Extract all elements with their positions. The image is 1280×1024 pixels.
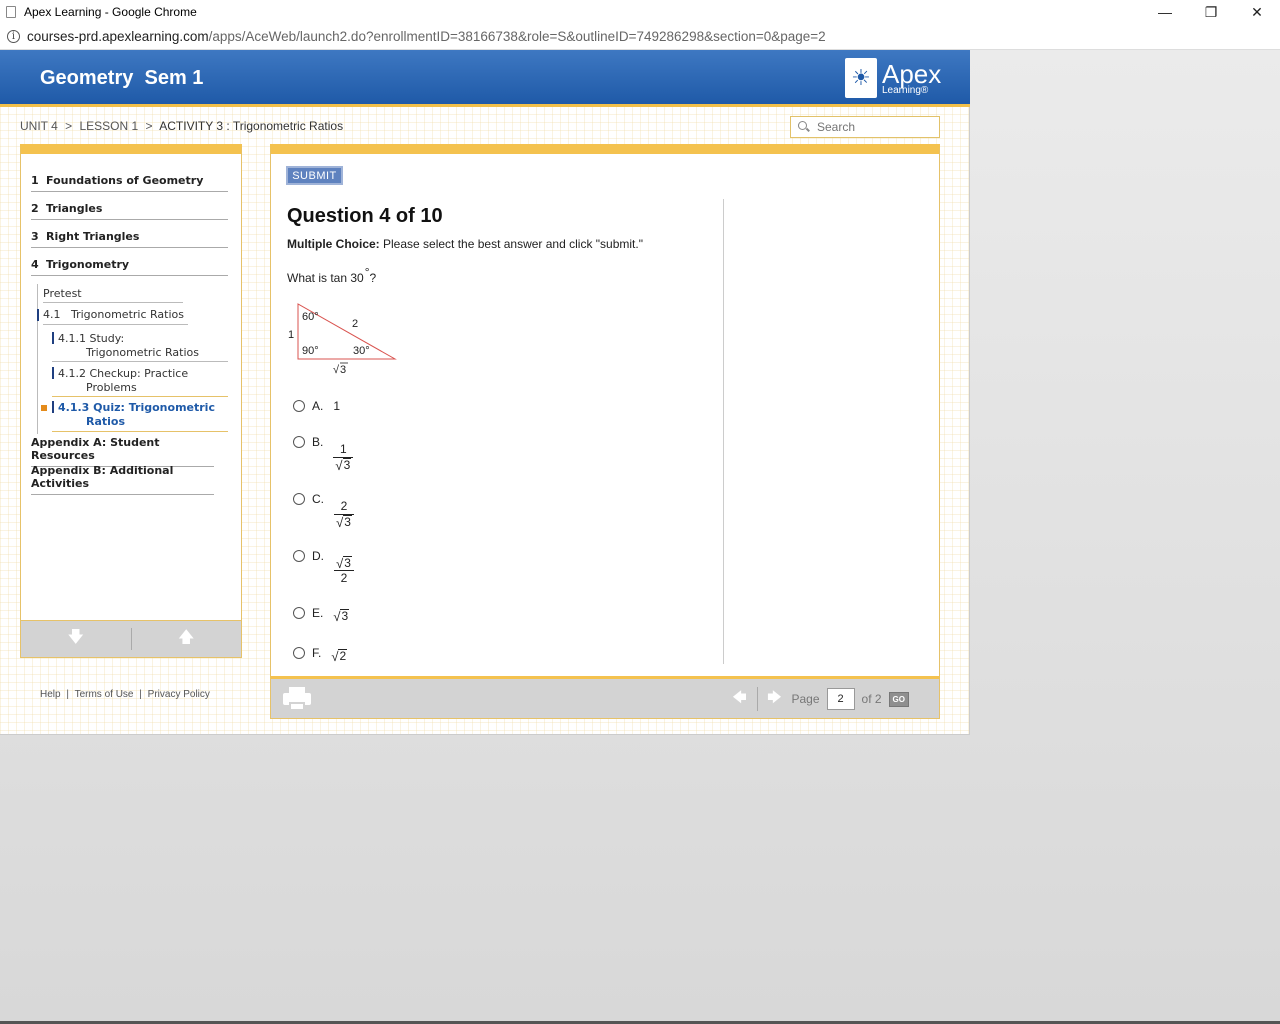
choice-f-radio[interactable] [293,647,305,659]
choice-a-value: 1 [333,399,341,413]
choice-a-radio[interactable] [293,400,305,412]
terms-link[interactable]: Terms of Use [75,689,134,700]
choice-e[interactable]: E. √ 3 [293,606,350,624]
minimize-button[interactable]: — [1142,0,1188,24]
search-icon [797,120,811,134]
info-icon[interactable]: i [7,30,20,43]
breadcrumb-activity: ACTIVITY 3 : Trigonometric Ratios [159,119,344,133]
apex-sun-icon: ☀ [845,58,877,98]
choice-b-fraction: 1 √ 3 [333,442,354,473]
sqrt-sign-icon: √ [336,515,344,530]
restore-button[interactable]: ❐ [1188,0,1234,24]
scroll-down-icon[interactable]: 🡇 [21,621,131,657]
go-button[interactable]: GO [888,691,909,707]
url-host[interactable]: courses-prd.apexlearning.com [27,29,209,44]
choice-a[interactable]: A. 1 [293,399,340,413]
close-button[interactable]: ✕ [1234,0,1280,24]
course-outline: 1 Foundations of Geometry 2 Triangles 3 Rig… [20,144,242,658]
sidebar-item-lesson-4-1[interactable]: 4.1 Trigonometric Ratios [43,308,184,322]
page-number-input[interactable] [826,688,855,710]
current-activity-indicator [41,405,47,411]
sidebar-item-unit-1[interactable]: 1 Foundations of Geometry [31,174,228,192]
logo-name: Apex [882,58,942,89]
sidebar-item-appendix-a[interactable]: Appendix A: Student Resources [31,436,214,467]
sidebar-item-unit-4[interactable]: 4 Trigonometry [31,258,228,276]
sidebar-item-quiz[interactable]: 4.1.3 Quiz: Trigonometric Ratios [58,401,228,429]
sidebar-item-appendix-b[interactable]: Appendix B: Additional Activities [31,464,214,495]
pager: 🡄 🡆 Page of 2 GO [731,687,909,711]
apex-logo: ☀ Apex Learning® [845,58,941,98]
choice-e-radio[interactable] [293,607,305,619]
privacy-link[interactable]: Privacy Policy [148,689,210,700]
choice-d[interactable]: D. √ 3 2 [293,549,354,586]
browser-titlebar: Apex Learning - Google Chrome — ❐ ✕ [0,0,1280,24]
choice-d-fraction: √ 3 2 [334,556,354,586]
choice-f[interactable]: F. √ 2 [293,646,348,664]
choice-b[interactable]: B. 1 √ 3 [293,435,354,473]
sqrt-sign-icon: √ [333,364,340,376]
breadcrumb-lesson[interactable]: LESSON 1 [80,119,139,133]
footer-links: Help | Terms of Use | Privacy Policy [40,689,210,700]
left-side-label: 1 [288,329,294,341]
next-page-icon[interactable]: 🡆 [766,689,784,707]
help-link[interactable]: Help [40,689,61,700]
choice-d-radio[interactable] [293,550,305,562]
sqrt-sign-icon: √ [336,556,344,571]
sidebar-item-unit-2[interactable]: 2 Triangles [31,202,228,220]
breadcrumb: UNIT 4 > LESSON 1 > ACTIVITY 3 : Trigono… [20,119,344,133]
sqrt-sign-icon: √ [335,458,343,473]
page-count: of 2 [861,692,882,706]
outline-controls: 🡇 🡅 [20,620,242,658]
choice-b-radio[interactable] [293,436,305,448]
angle-90-label: 90° [302,345,319,357]
address-bar[interactable]: i courses-prd.apexlearning.com/apps/AceW… [0,24,1280,50]
printer-icon[interactable] [283,687,311,711]
breadcrumb-unit[interactable]: UNIT 4 [20,119,58,133]
choice-e-value: √ 3 [333,609,350,624]
panel-divider [723,199,724,664]
apex-page: Geometry Sem 1 ☀ Apex Learning® UNIT 4 >… [0,50,970,735]
choice-c-fraction: 2 √ 3 [334,499,354,529]
course-header: Geometry Sem 1 ☀ Apex Learning® [0,50,970,107]
window-title: Apex Learning - Google Chrome [24,5,197,19]
choice-c[interactable]: C. 2 √ 3 [293,492,354,529]
submit-button[interactable]: SUBMIT [286,166,343,185]
prev-page-icon[interactable]: 🡄 [731,689,749,707]
bottom-side-label: 3 [340,364,346,376]
angle-30-label: 30° [353,345,370,357]
sidebar-item-unit-3[interactable]: 3 Right Triangles [31,230,228,248]
choice-c-radio[interactable] [293,493,305,505]
question-footer: 🡄 🡆 Page of 2 GO [270,676,940,719]
sqrt-sign-icon: √ [331,649,339,664]
question-instructions: Multiple Choice: Please select the best … [287,237,643,251]
search-box[interactable] [790,116,940,138]
triangle-diagram: 60° 2 1 90° 30° √ 3 [288,303,397,376]
page-icon [6,6,16,18]
scroll-up-icon[interactable]: 🡅 [132,621,242,657]
url-path[interactable]: /apps/AceWeb/launch2.do?enrollmentID=381… [209,29,826,44]
sidebar-item-pretest[interactable]: Pretest [43,287,82,301]
sqrt-sign-icon: √ [333,609,341,624]
choice-f-value: √ 2 [331,649,348,664]
hypotenuse-label: 2 [352,318,358,330]
question-title: Question 4 of 10 [287,205,443,227]
question-text: What is tan 30°? [287,265,377,285]
sidebar-item-checkup[interactable]: 4.1.2 Checkup: Practice Problems [58,367,228,395]
sidebar-item-study[interactable]: 4.1.1 Study: Trigonometric Ratios [58,332,228,360]
search-input[interactable] [815,119,935,135]
course-title: Geometry Sem 1 [40,67,204,89]
question-panel: SUBMIT Question 4 of 10 Multiple Choice:… [270,144,940,719]
angle-60-label: 60° [302,311,319,323]
page-label: Page [791,692,820,706]
